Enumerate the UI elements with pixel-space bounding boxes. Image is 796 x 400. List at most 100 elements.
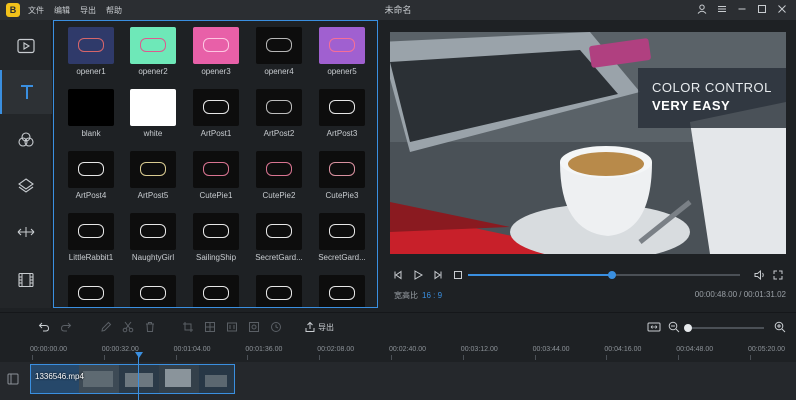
crop-icon — [183, 322, 193, 332]
template-thumbnail[interactable] — [319, 151, 365, 188]
template-badge — [203, 38, 229, 52]
fullscreen-button[interactable] — [770, 267, 786, 283]
zoom-in-button[interactable] — [772, 319, 788, 335]
layers-icon — [18, 178, 34, 193]
template-label: SecretGard... — [255, 253, 303, 262]
prev-frame-button[interactable] — [390, 267, 406, 283]
progress-handle[interactable] — [608, 271, 617, 279]
delete-button[interactable] — [142, 319, 158, 335]
sidebar-item-overlays[interactable] — [0, 166, 52, 206]
ruler-tick — [175, 355, 177, 360]
template-thumbnail[interactable] — [256, 213, 302, 250]
menu-lines-icon[interactable] — [712, 4, 732, 17]
template-thumbnail[interactable] — [193, 89, 239, 126]
playhead-marker[interactable] — [135, 352, 143, 358]
user-icon[interactable] — [692, 4, 712, 17]
template-grid: opener1 opener2 opener3 opener4 opener5 blank… — [53, 20, 378, 308]
template-badge — [266, 224, 292, 238]
template-thumbnail[interactable] — [130, 151, 176, 188]
export-button[interactable] — [302, 319, 318, 335]
edit-button[interactable] — [98, 319, 114, 335]
zoom-slider-handle[interactable] — [684, 324, 692, 332]
ruler-tick — [319, 355, 321, 360]
template-badge — [329, 224, 355, 238]
template-thumbnail[interactable] — [68, 89, 114, 126]
sidebar-item-filters[interactable] — [0, 120, 52, 160]
sidebar-item-transitions[interactable] — [0, 212, 52, 252]
ruler-tick-label: 00:02:40.00 — [389, 346, 426, 353]
crop-button[interactable] — [180, 319, 196, 335]
current-time: 00:00:48.00 — [694, 290, 738, 299]
template-thumbnail[interactable] — [130, 213, 176, 250]
timeline-ruler[interactable]: 00:00:00.00 00:00:32.00 00:01:04.00 00:01:3… — [0, 340, 796, 360]
sidebar-item-media[interactable] — [0, 26, 52, 66]
template-badge — [78, 224, 104, 238]
template-thumbnail[interactable] — [68, 151, 114, 188]
template-thumbnail[interactable] — [193, 275, 239, 307]
cut-button[interactable] — [120, 319, 136, 335]
template-label: opener2 — [138, 67, 168, 76]
export-icon — [305, 321, 315, 332]
template-thumbnail[interactable] — [256, 151, 302, 188]
menu-bar: 文件 编辑 导出 帮助 — [28, 5, 132, 16]
maximize-icon[interactable] — [752, 4, 772, 17]
track-icon[interactable] — [6, 372, 20, 386]
aspect-ratio[interactable]: 宽高比 16 : 9 — [394, 290, 442, 301]
menu-edit[interactable]: 编辑 — [54, 5, 70, 16]
freeze-frame-button[interactable] — [224, 319, 240, 335]
template-thumbnail[interactable] — [130, 275, 176, 307]
close-icon[interactable] — [772, 4, 792, 17]
template-thumbnail[interactable] — [130, 27, 176, 64]
app-window: B 文件 编辑 导出 帮助 未命名 opener1 opener2 opener… — [0, 0, 796, 400]
zoom-in-icon — [774, 321, 786, 333]
template-thumbnail[interactable] — [319, 89, 365, 126]
redo-button[interactable] — [58, 319, 74, 335]
template-thumbnail[interactable] — [130, 89, 176, 126]
menu-help[interactable]: 帮助 — [106, 5, 122, 16]
playback-progress-bar[interactable] — [468, 271, 740, 279]
sidebar-item-elements[interactable] — [0, 260, 52, 300]
ruler-tick-label: 00:04:48.00 — [676, 346, 714, 353]
menu-file[interactable]: 文件 — [28, 5, 44, 16]
next-frame-button[interactable] — [430, 267, 446, 283]
grid-scrollbar[interactable] — [378, 20, 384, 308]
ruler-tick-label: 00:05:20.00 — [748, 346, 785, 353]
template-thumbnail[interactable] — [256, 275, 302, 307]
template-label: ArtPost2 — [263, 129, 295, 138]
template-badge — [78, 162, 104, 176]
play-button[interactable] — [410, 267, 426, 283]
timeline-zoom-slider[interactable] — [684, 324, 764, 332]
sidebar-item-text[interactable] — [0, 70, 52, 114]
app-logo-icon: B — [6, 3, 20, 17]
template-thumbnail[interactable] — [256, 27, 302, 64]
template-thumbnail[interactable] — [68, 213, 114, 250]
template-thumbnail[interactable] — [319, 27, 365, 64]
menu-export[interactable]: 导出 — [80, 5, 96, 16]
template-badge — [203, 162, 229, 176]
minimize-icon[interactable] — [732, 4, 752, 17]
aspect-ratio-label: 宽高比 — [394, 291, 418, 300]
duration-button[interactable] — [268, 319, 284, 335]
ruler-tick-label: 00:03:44.00 — [532, 346, 570, 353]
fit-timeline-button[interactable] — [646, 319, 662, 335]
zoom-out-icon — [668, 321, 680, 333]
stop-button[interactable] — [450, 267, 466, 283]
template-thumbnail[interactable] — [256, 89, 302, 126]
mosaic-button[interactable] — [202, 319, 218, 335]
template-badge — [78, 286, 104, 300]
template-thumbnail[interactable] — [68, 27, 114, 64]
template-thumbnail[interactable] — [68, 275, 114, 307]
template-badge — [140, 224, 166, 238]
template-thumbnail[interactable] — [319, 213, 365, 250]
template-thumbnail[interactable] — [193, 213, 239, 250]
volume-button[interactable] — [752, 267, 768, 283]
undo-button[interactable] — [36, 319, 52, 335]
zoom-clip-button[interactable] — [246, 319, 262, 335]
export-label[interactable]: 导出 — [318, 322, 334, 333]
template-badge — [203, 286, 229, 300]
template-thumbnail[interactable] — [319, 275, 365, 307]
template-thumbnail[interactable] — [193, 27, 239, 64]
template-thumbnail[interactable] — [193, 151, 239, 188]
zoom-out-button[interactable] — [666, 319, 682, 335]
video-clip[interactable]: 1336546.mp4 — [30, 364, 235, 394]
